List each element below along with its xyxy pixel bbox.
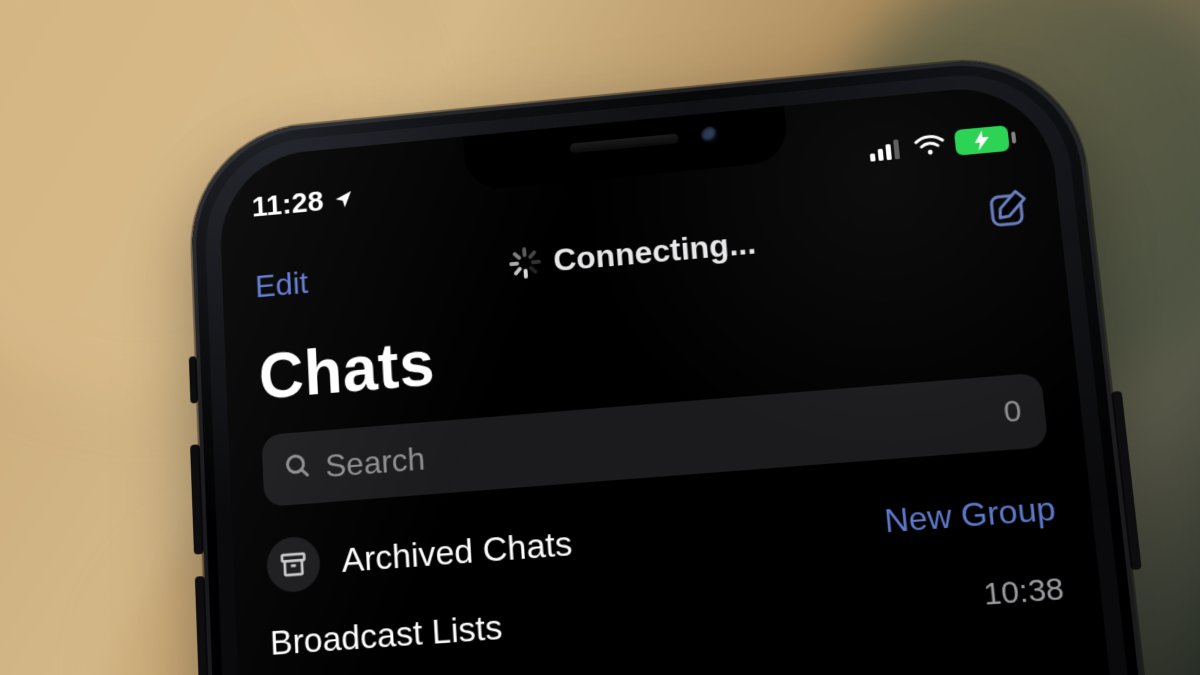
broadcast-label: Broadcast Lists: [269, 608, 503, 664]
phone-device: 11:28: [188, 51, 1200, 675]
new-group-button[interactable]: New Group: [883, 489, 1058, 540]
spinner-icon: [509, 247, 540, 279]
status-time: 11:28: [251, 185, 324, 224]
search-icon: [284, 451, 313, 486]
connecting-label: Connecting...: [552, 224, 757, 278]
cellular-signal-icon: [869, 137, 906, 162]
front-camera: [701, 126, 720, 145]
compose-button[interactable]: [967, 178, 1035, 243]
compose-icon: [984, 186, 1034, 234]
earpiece: [570, 133, 679, 153]
search-input[interactable]: [324, 395, 991, 485]
connecting-status: Connecting...: [509, 224, 757, 282]
archive-box-icon: [266, 535, 321, 594]
screen: 11:28: [218, 81, 1200, 675]
chat-timestamp: 10:38: [982, 571, 1066, 613]
wifi-icon: [913, 133, 946, 157]
search-count: 0: [1002, 394, 1023, 430]
location-arrow-icon: [333, 188, 355, 211]
battery-charging-icon: [954, 125, 1017, 156]
archived-label: Archived Chats: [341, 524, 574, 581]
edit-button[interactable]: Edit: [254, 264, 309, 304]
